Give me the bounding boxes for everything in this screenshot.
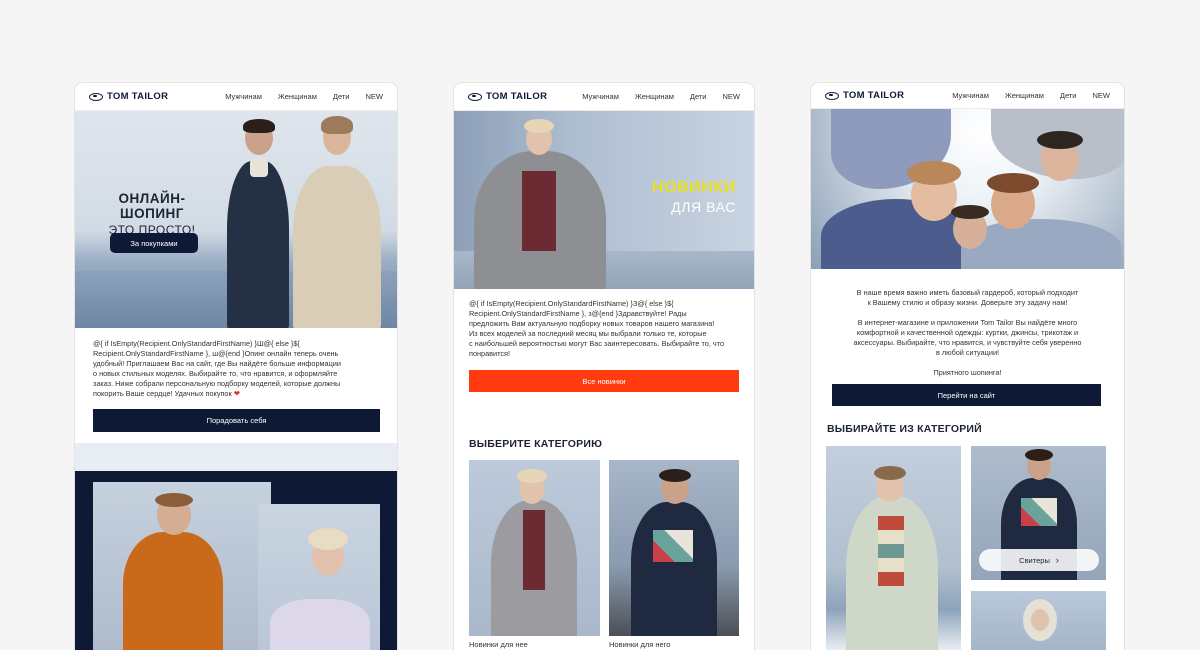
category-caption-men[interactable]: Новинки для него xyxy=(609,640,670,649)
nav-item-new[interactable]: NEW xyxy=(723,92,741,101)
nav-item-kids[interactable]: Дети xyxy=(333,92,350,101)
hero-man-collar xyxy=(250,159,268,177)
brand-logo[interactable]: TOM TAILOR xyxy=(468,91,547,102)
category-tile-coats[interactable] xyxy=(826,446,961,650)
body-line: Recipient.OnlyStandardFirstName }, ш@{en… xyxy=(93,349,339,358)
header-nav: Мужчинам Женщинам Дети NEW xyxy=(582,92,740,101)
hero-title: НОВИНКИ xyxy=(651,179,736,196)
category-tile-hoodies[interactable] xyxy=(971,591,1106,650)
nav-item-new[interactable]: NEW xyxy=(366,92,384,101)
section-title: ВЫБЕРИТЕ КАТЕГОРИЮ xyxy=(469,438,603,450)
body-line: аксессуары. Выбирайте, что нравится, и ч… xyxy=(853,338,1082,347)
email-preview-new-arrivals: TOM TAILOR Мужчинам Женщинам Дети NEW НО… xyxy=(454,83,754,650)
product-photo-woman-sweater[interactable] xyxy=(258,504,380,650)
product-photo-man-orange[interactable] xyxy=(93,482,271,650)
brand-logo[interactable]: TOM TAILOR xyxy=(825,90,904,101)
body-line: предложить Вам актуальную подборку новых… xyxy=(469,319,715,328)
email-preview-basic-wardrobe: TOM TAILOR Мужчинам Женщинам Дети NEW В … xyxy=(811,83,1124,650)
brand-logo-icon xyxy=(468,92,482,101)
category-chip-sweaters[interactable]: Свитеры › xyxy=(979,549,1099,571)
body-line: Из всех моделей за последний месяц мы вы… xyxy=(469,329,707,338)
nav-item-men[interactable]: Мужчинам xyxy=(952,91,989,100)
chevron-right-icon: › xyxy=(1055,555,1059,565)
hero-man-figure xyxy=(227,161,289,328)
email-header: TOM TAILOR Мужчинам Женщинам Дети NEW xyxy=(75,83,397,111)
email-header: TOM TAILOR Мужчинам Женщинам Дети NEW xyxy=(811,83,1124,109)
nav-item-women[interactable]: Женщинам xyxy=(635,92,674,101)
recommendation-block xyxy=(75,443,397,471)
body-line: заказ. Ниже собрали персональную подборк… xyxy=(93,379,341,388)
header-nav: Мужчинам Женщинам Дети NEW xyxy=(225,92,383,101)
recommendation-panel xyxy=(75,471,397,650)
email-header: TOM TAILOR Мужчинам Женщинам Дети NEW xyxy=(454,83,754,111)
hero-subtitle: ДЛЯ ВАС xyxy=(671,199,736,215)
header-nav: Мужчинам Женщинам Дети NEW xyxy=(952,91,1110,100)
body-line: @{ if IsEmpty(Recipient.OnlyStandardFirs… xyxy=(469,299,674,308)
category-caption-women[interactable]: Новинки для нее xyxy=(469,640,528,649)
email-body-text: @{ if IsEmpty(Recipient.OnlyStandardFirs… xyxy=(93,339,383,399)
body-line: В интернет-магазине и приложении Tom Tai… xyxy=(857,318,1078,327)
all-new-arrivals-button[interactable]: Все новинки xyxy=(469,370,739,392)
brand-logo-icon xyxy=(89,92,103,101)
body-line: покорить Ваше сердце! Удачных покупок xyxy=(93,389,232,398)
go-to-site-button[interactable]: Перейти на сайт xyxy=(832,384,1101,406)
email-body-text: В наше время важно иметь базовый гардеро… xyxy=(827,288,1108,378)
email-body-text: @{ if IsEmpty(Recipient.OnlyStandardFirs… xyxy=(469,299,744,359)
category-tile-men[interactable] xyxy=(609,460,739,636)
nav-item-men[interactable]: Мужчинам xyxy=(582,92,619,101)
treat-yourself-button[interactable]: Порадовать себя xyxy=(93,409,380,432)
email-preview-online-shopping: TOM TAILOR Мужчинам Женщинам Дети NEW ОН… xyxy=(75,83,397,650)
nav-item-women[interactable]: Женщинам xyxy=(278,92,317,101)
body-line: о новых стильных моделях. Выбирайте то, … xyxy=(93,369,338,378)
body-line: в любой ситуации! xyxy=(935,348,1000,357)
section-title: ВЫБИРАЙТЕ ИЗ КАТЕГОРИЙ xyxy=(827,423,982,435)
nav-item-men[interactable]: Мужчинам xyxy=(225,92,262,101)
body-line: @{ if IsEmpty(Recipient.OnlyStandardFirs… xyxy=(93,339,300,348)
hero-woman-figure xyxy=(293,166,381,328)
body-line: комфортной и качественной одежды: куртки… xyxy=(856,328,1079,337)
nav-item-kids[interactable]: Дети xyxy=(690,92,707,101)
brand-logo-icon xyxy=(825,91,839,100)
hero-banner: ОНЛАЙН-ШОПИНГ ЭТО ПРОСТО! За покупками xyxy=(75,111,397,328)
body-line: Приятного шопинга! xyxy=(933,368,1002,377)
body-line: с наибольшей вероятностью могут Вас заин… xyxy=(469,339,725,348)
body-line: понравится! xyxy=(469,349,510,358)
body-line: Recipient.OnlyStandardFirstName }, з@{en… xyxy=(469,309,687,318)
body-line: удобный! Приглашаем Вас на сайт, где Вы … xyxy=(93,359,341,368)
heart-icon: ❤ xyxy=(233,389,240,398)
category-tile-women[interactable] xyxy=(469,460,600,636)
hero-photo-kids xyxy=(811,109,1124,269)
hero-title: ОНЛАЙН-ШОПИНГ xyxy=(118,191,186,221)
shop-now-button[interactable]: За покупками xyxy=(110,233,198,253)
brand-logo[interactable]: TOM TAILOR xyxy=(89,91,168,102)
nav-item-women[interactable]: Женщинам xyxy=(1005,91,1044,100)
hero-woman-top xyxy=(522,171,556,251)
nav-item-kids[interactable]: Дети xyxy=(1060,91,1077,100)
body-line: к Вашему стилю и образу жизни. Доверьте … xyxy=(867,298,1068,307)
nav-item-new[interactable]: NEW xyxy=(1093,91,1111,100)
category-tile-sweaters[interactable]: Свитеры › xyxy=(971,446,1106,580)
hero-banner: НОВИНКИ ДЛЯ ВАС xyxy=(454,111,754,289)
body-line: В наше время важно иметь базовый гардеро… xyxy=(856,288,1079,297)
